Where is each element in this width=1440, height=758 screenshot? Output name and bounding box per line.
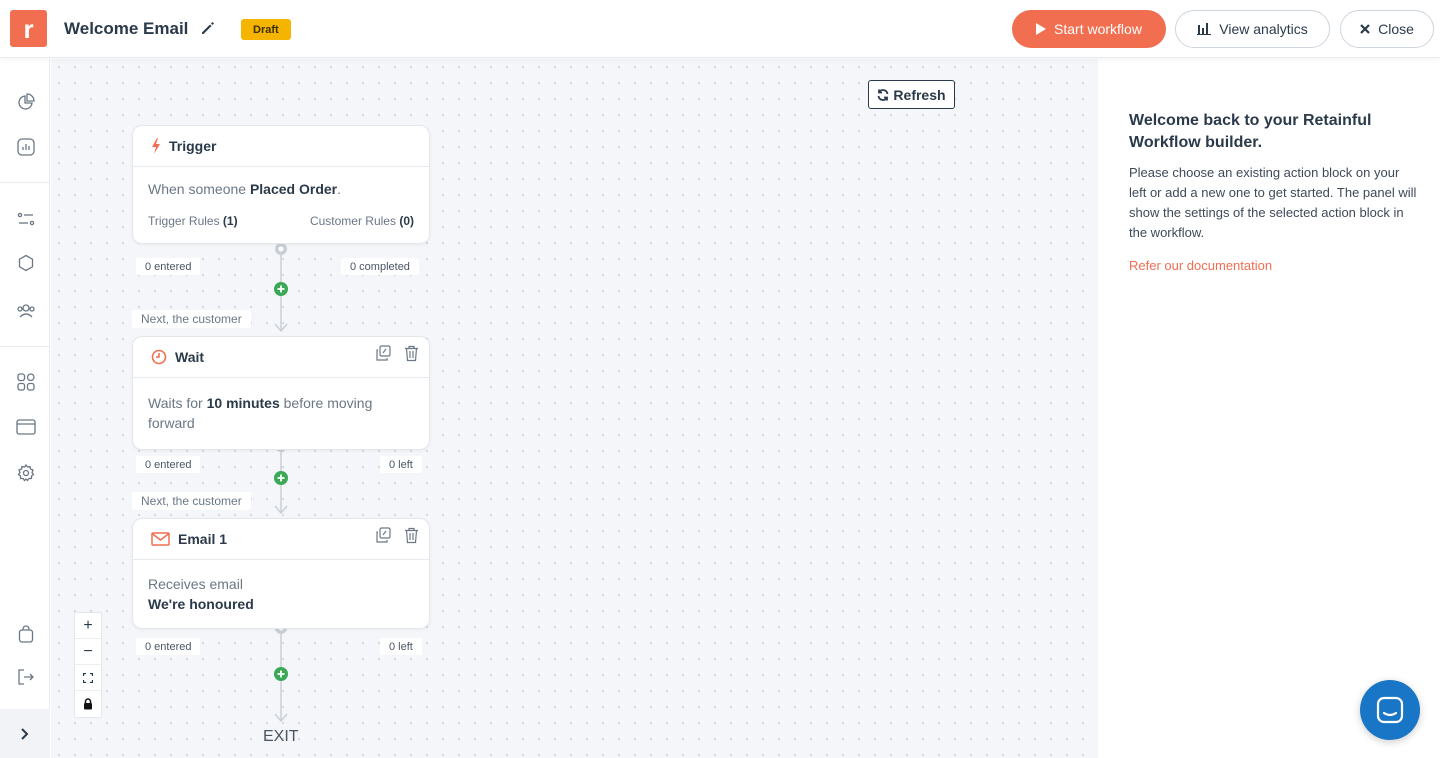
zoom-out-button[interactable]: − bbox=[75, 639, 101, 665]
trigger-entered-count: 0 entered bbox=[136, 258, 201, 275]
shopping-bag-icon[interactable] bbox=[16, 624, 36, 644]
trigger-node[interactable]: Trigger When someone Placed Order. Trigg… bbox=[132, 125, 430, 244]
zoom-controls: + − bbox=[74, 612, 102, 718]
next-step-label: Next, the customer bbox=[132, 310, 251, 328]
trigger-rules[interactable]: Trigger Rules (1) bbox=[148, 211, 238, 231]
chat-icon bbox=[1376, 696, 1404, 724]
email-left-count: 0 left bbox=[380, 638, 422, 655]
workflow-canvas[interactable]: Refresh Trigger When someone Placed Orde… bbox=[51, 59, 1098, 758]
workflow-icon[interactable] bbox=[16, 209, 36, 229]
wait-text: Waits for bbox=[148, 395, 207, 411]
delete-trash-icon[interactable] bbox=[404, 527, 419, 544]
zoom-in-button[interactable]: + bbox=[75, 613, 101, 639]
trigger-rules-label: Trigger Rules bbox=[148, 214, 220, 228]
sidebar-divider bbox=[0, 346, 50, 347]
pie-chart-icon[interactable] bbox=[16, 92, 36, 112]
bar-chart-icon bbox=[1197, 23, 1212, 35]
apps-grid-icon[interactable] bbox=[16, 372, 36, 392]
billing-card-icon[interactable] bbox=[16, 417, 36, 437]
panel-title: Welcome back to your Retainful Workflow … bbox=[1129, 112, 1372, 151]
lock-button[interactable] bbox=[75, 691, 101, 717]
exit-label: EXIT bbox=[263, 728, 299, 745]
left-sidebar bbox=[0, 59, 50, 758]
automation-icon[interactable] bbox=[16, 253, 36, 273]
envelope-icon bbox=[151, 532, 170, 546]
customer-rules-label: Customer Rules bbox=[309, 214, 396, 228]
trigger-node-header: Trigger bbox=[133, 126, 429, 167]
delete-trash-icon[interactable] bbox=[404, 345, 419, 362]
sidebar-divider bbox=[0, 182, 50, 183]
trigger-rules-count: (1) bbox=[222, 214, 238, 228]
view-analytics-button[interactable]: View analytics bbox=[1175, 10, 1330, 48]
logout-icon[interactable] bbox=[16, 667, 36, 687]
close-button[interactable]: Close bbox=[1340, 10, 1434, 48]
fit-view-icon bbox=[83, 672, 93, 683]
lock-icon bbox=[84, 698, 92, 710]
trigger-event: Placed Order bbox=[249, 181, 338, 197]
settings-gear-icon[interactable] bbox=[16, 463, 36, 483]
report-icon[interactable] bbox=[16, 137, 36, 157]
chat-launcher-button[interactable] bbox=[1360, 680, 1420, 740]
duplicate-icon[interactable] bbox=[375, 527, 392, 544]
chevron-right-icon bbox=[21, 727, 29, 740]
wait-duration: 10 minutes bbox=[206, 395, 280, 411]
view-analytics-label: View analytics bbox=[1219, 21, 1308, 37]
wait-node-body: Waits for 10 minutes before moving forwa… bbox=[133, 378, 429, 449]
workflow-title: Welcome Email bbox=[64, 19, 189, 38]
documentation-link[interactable]: Refer our documentation bbox=[1129, 258, 1272, 273]
trigger-node-title: Trigger bbox=[169, 138, 217, 154]
close-icon bbox=[1360, 24, 1370, 34]
sidebar-expand-button[interactable] bbox=[0, 709, 50, 758]
wait-left-count: 0 left bbox=[380, 456, 422, 473]
email-subject: We're honoured bbox=[148, 596, 254, 612]
email-node-body: Receives email We're honoured bbox=[133, 560, 429, 628]
trigger-text: When someone bbox=[148, 181, 250, 197]
wait-node-title: Wait bbox=[175, 349, 205, 365]
email-text: Receives email bbox=[148, 576, 243, 592]
wait-entered-count: 0 entered bbox=[136, 456, 201, 473]
top-header: r Welcome Email Draft Start workflow Vie… bbox=[0, 0, 1440, 58]
wait-node[interactable]: Wait Waits for 10 minutes before moving … bbox=[132, 336, 430, 450]
email-node[interactable]: Email 1 Receives email We're honoured bbox=[132, 518, 430, 629]
app-logo[interactable]: r bbox=[10, 10, 47, 47]
trigger-completed-count: 0 completed bbox=[341, 258, 419, 275]
close-label: Close bbox=[1378, 21, 1414, 37]
clock-icon bbox=[151, 349, 167, 365]
duplicate-icon[interactable] bbox=[375, 345, 392, 362]
email-entered-count: 0 entered bbox=[136, 638, 201, 655]
fit-view-button[interactable] bbox=[75, 665, 101, 691]
start-workflow-button[interactable]: Start workflow bbox=[1012, 10, 1166, 48]
email-node-title: Email 1 bbox=[178, 531, 228, 547]
start-workflow-label: Start workflow bbox=[1054, 21, 1142, 37]
customer-rules[interactable]: Customer Rules (0) bbox=[310, 211, 414, 231]
edit-pencil-icon[interactable] bbox=[199, 19, 217, 37]
lightning-bolt-icon bbox=[152, 138, 160, 154]
customer-rules-count: (0) bbox=[399, 214, 414, 228]
settings-panel: Welcome back to your Retainful Workflow … bbox=[1098, 59, 1440, 758]
trigger-node-body: When someone Placed Order. Trigger Rules… bbox=[133, 167, 429, 243]
play-icon bbox=[1036, 23, 1047, 35]
next-step-label: Next, the customer bbox=[132, 492, 251, 510]
panel-description: Please choose an existing action block o… bbox=[1129, 165, 1417, 240]
customers-icon[interactable] bbox=[16, 301, 36, 321]
trigger-text-end: . bbox=[337, 181, 341, 197]
status-badge: Draft bbox=[241, 19, 291, 40]
